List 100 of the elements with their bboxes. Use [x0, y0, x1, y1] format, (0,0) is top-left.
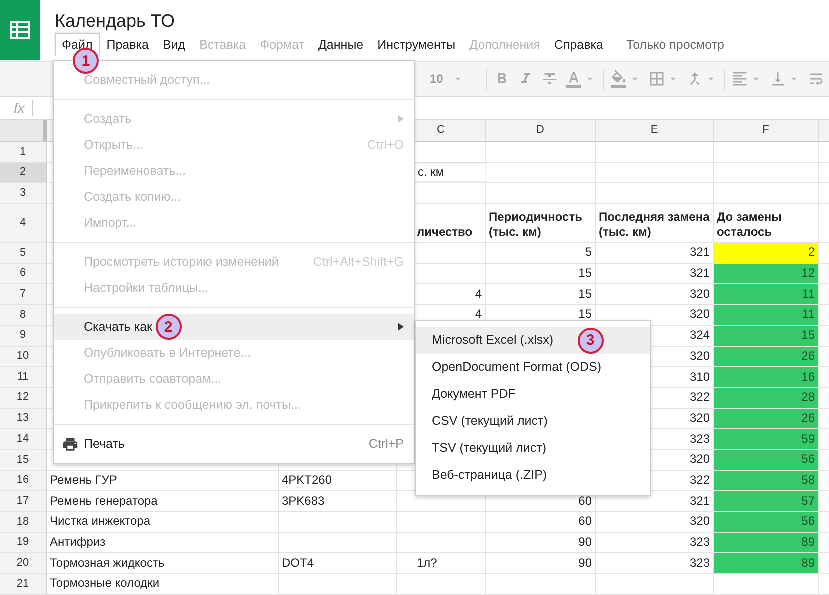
row-number[interactable]: 3 — [0, 183, 47, 204]
table-cell: Тормозные колодки — [47, 574, 279, 594]
table-cell: Чистка инжектора — [47, 512, 279, 532]
menu-label: Настройки таблицы... — [84, 280, 209, 297]
row-number[interactable]: 9 — [0, 326, 47, 346]
row-number[interactable]: 10 — [0, 346, 47, 366]
table-cell: 2 — [714, 243, 819, 263]
table-cell: 59 — [714, 429, 819, 449]
menu-item[interactable]: Справка — [547, 33, 610, 57]
submenu-arrow-icon — [398, 115, 404, 123]
step-badge: 2 — [156, 314, 182, 340]
row-number[interactable]: 17 — [0, 491, 47, 511]
align-icon[interactable] — [731, 70, 749, 88]
row-number[interactable]: 14 — [0, 429, 47, 449]
document-title[interactable]: Календарь ТО — [55, 0, 724, 33]
table-cell: 26 — [714, 346, 819, 366]
menu-label: Веб-страница (.ZIP) — [432, 467, 548, 484]
menu-label: Создать — [84, 110, 132, 128]
row-number[interactable]: 15 — [0, 450, 47, 470]
menu-label: Опубликовать в Интернете... — [84, 344, 252, 362]
table-cell: 4PKT260 — [279, 470, 397, 490]
menu-label: Импорт... — [84, 214, 137, 232]
menu-label: CSV (текущий лист) — [432, 413, 548, 430]
menu-label: Прикрепить к сообщению эл. почты... — [84, 396, 302, 414]
read-only-label: Только просмотр — [626, 36, 724, 54]
submenu-arrow-icon — [398, 323, 404, 331]
menu-label: Скачать как — [84, 318, 153, 336]
menu-item[interactable]: Вид — [156, 33, 193, 57]
row-number[interactable]: 12 — [0, 388, 47, 408]
row-number[interactable]: 5 — [0, 243, 47, 263]
row-number[interactable]: 6 — [0, 264, 47, 284]
table-cell: 89 — [714, 532, 819, 552]
table-cell: 11 — [714, 305, 819, 325]
table-cell: 15 — [486, 284, 596, 304]
column-header[interactable]: D — [486, 120, 596, 141]
menu-label: Отправить соавторам... — [84, 370, 222, 388]
menu-item[interactable]: Скачать как 2 — [54, 314, 414, 340]
sheet-icon — [10, 21, 30, 39]
table-cell: Тормозная жидкость — [47, 553, 279, 574]
table-cell: 16 — [714, 367, 819, 387]
row-number[interactable]: 20 — [0, 553, 47, 574]
table-cell: 11 — [714, 284, 819, 304]
column-header[interactable]: E — [596, 120, 714, 141]
vertical-align-icon[interactable] — [769, 70, 787, 88]
table-cell: 57 — [714, 491, 819, 511]
row-number[interactable]: 19 — [0, 532, 47, 552]
table-cell: DOT4 — [279, 553, 397, 574]
row-number[interactable]: 16 — [0, 470, 47, 490]
table-cell: 12 — [714, 264, 819, 284]
app-logo[interactable] — [0, 0, 40, 60]
menu-item[interactable]: Инструменты — [370, 33, 463, 57]
table-cell: 58 — [714, 470, 819, 490]
row-number[interactable]: 8 — [0, 305, 47, 325]
row-number[interactable]: 13 — [0, 408, 47, 428]
menu-label: Создать копию... — [84, 188, 182, 206]
shortcut-text: Ctrl+P — [368, 436, 404, 453]
row-number[interactable]: 1 — [0, 142, 47, 162]
select-all-corner[interactable] — [0, 120, 47, 141]
table-cell: Ремень генератора — [47, 491, 279, 511]
row-number[interactable]: 21 — [0, 574, 47, 594]
menu-label: Документ PDF — [432, 386, 516, 404]
text-color-icon[interactable] — [565, 70, 583, 88]
formula-label: fx — [13, 98, 26, 118]
menu-label: Совместный доступ... — [84, 72, 210, 89]
table-cell: 26 — [714, 408, 819, 428]
column-header[interactable]: F — [714, 120, 819, 141]
row-number[interactable]: 7 — [0, 284, 47, 304]
table-cell: 90 — [486, 532, 596, 552]
row-number[interactable]: 4 — [0, 204, 47, 242]
menu-label: Microsoft Excel (.xlsx) — [432, 332, 554, 350]
step-badge: 3 — [578, 328, 604, 354]
menu-label: Печать — [84, 436, 125, 453]
table-cell: 5 — [486, 243, 596, 263]
borders-icon[interactable] — [648, 70, 666, 88]
table-cell: 89 — [714, 553, 819, 574]
menu-item[interactable]: Microsoft Excel (.xlsx) 3 — [416, 327, 650, 354]
menu-item[interactable]: Печать Ctrl+P — [54, 431, 414, 457]
table-cell: 60 — [486, 512, 596, 532]
table-cell: 15 — [486, 264, 596, 284]
menu-label: Просмотреть историю изменений — [84, 254, 279, 271]
table-cell: 56 — [714, 450, 819, 470]
table-cell: 28 — [714, 388, 819, 408]
menu-label: TSV (текущий лист) — [432, 440, 546, 458]
table-cell: Ремень ГУР — [47, 470, 279, 490]
table-cell: Антифриз — [47, 532, 279, 552]
table-cell: 1л? — [397, 553, 486, 574]
row-number[interactable]: 2 — [0, 162, 47, 182]
menu-label: Переименовать... — [84, 162, 186, 180]
row-number[interactable]: 18 — [0, 512, 47, 532]
menu-item[interactable]: Правка — [100, 33, 156, 57]
table-cell: Периодичность (тыс. км) — [486, 204, 596, 242]
table-cell: 15 — [714, 326, 819, 346]
table-cell: До замены осталось — [714, 204, 819, 242]
menu-item[interactable]: Данные — [311, 33, 371, 57]
fill-color-icon[interactable] — [610, 70, 628, 88]
table-cell: 3PK683 — [279, 491, 397, 511]
row-number[interactable]: 11 — [0, 367, 47, 387]
table-cell: 90 — [486, 553, 596, 574]
printer-icon — [62, 436, 79, 452]
table-cell: Последняя замена (тыс. км) — [596, 204, 714, 242]
